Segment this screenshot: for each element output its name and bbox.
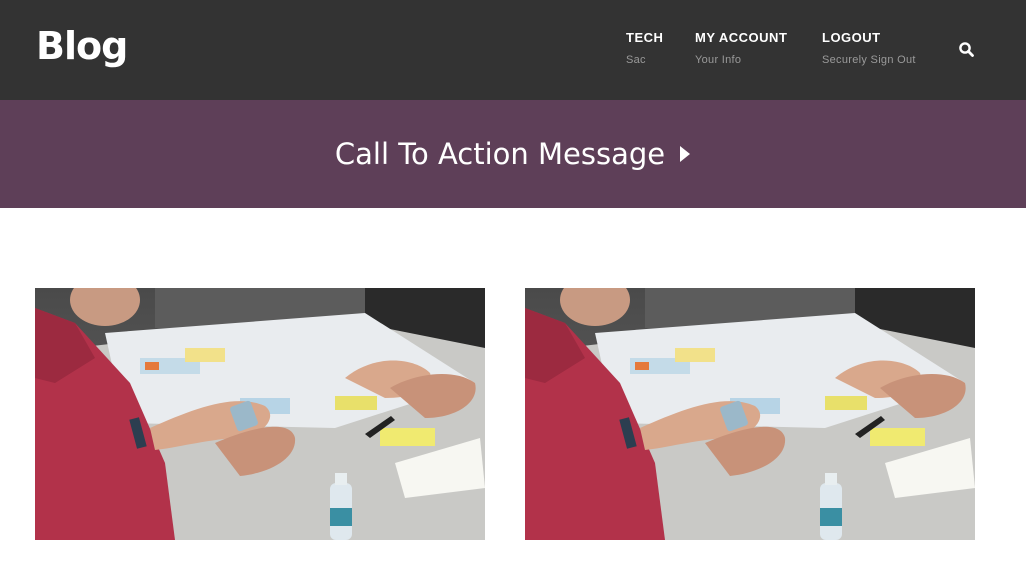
caret-right-icon [679, 136, 691, 171]
post-thumbnail-image[interactable] [35, 288, 485, 540]
post-card[interactable] [35, 288, 485, 540]
nav-item-title: TECH [626, 30, 664, 45]
cta-text: Call To Action Message [334, 137, 666, 171]
nav-item-tech[interactable]: TECH Sac [626, 30, 663, 66]
nav-item-logout[interactable]: LOGOUT Securely Sign Out [822, 30, 916, 66]
nav-item-subtitle: Your Info [695, 54, 742, 66]
nav-item-subtitle: Securely Sign Out [822, 54, 916, 66]
site-logo[interactable]: Blog [36, 24, 128, 68]
post-thumbnail-image[interactable] [525, 288, 975, 540]
nav-item-title: LOGOUT [822, 30, 881, 45]
post-card[interactable] [525, 288, 975, 540]
nav-item-subtitle: Sac [626, 54, 646, 66]
search-icon[interactable] [958, 41, 976, 59]
nav-item-title: MY ACCOUNT [695, 30, 788, 45]
nav-item-my-account[interactable]: MY ACCOUNT Your Info [695, 30, 787, 66]
cta-content: Call To Action Message [335, 137, 691, 172]
call-to-action-banner[interactable]: Call To Action Message [0, 100, 1026, 208]
site-header: Blog TECH Sac MY ACCOUNT Your Info LOGOU… [0, 0, 1026, 100]
